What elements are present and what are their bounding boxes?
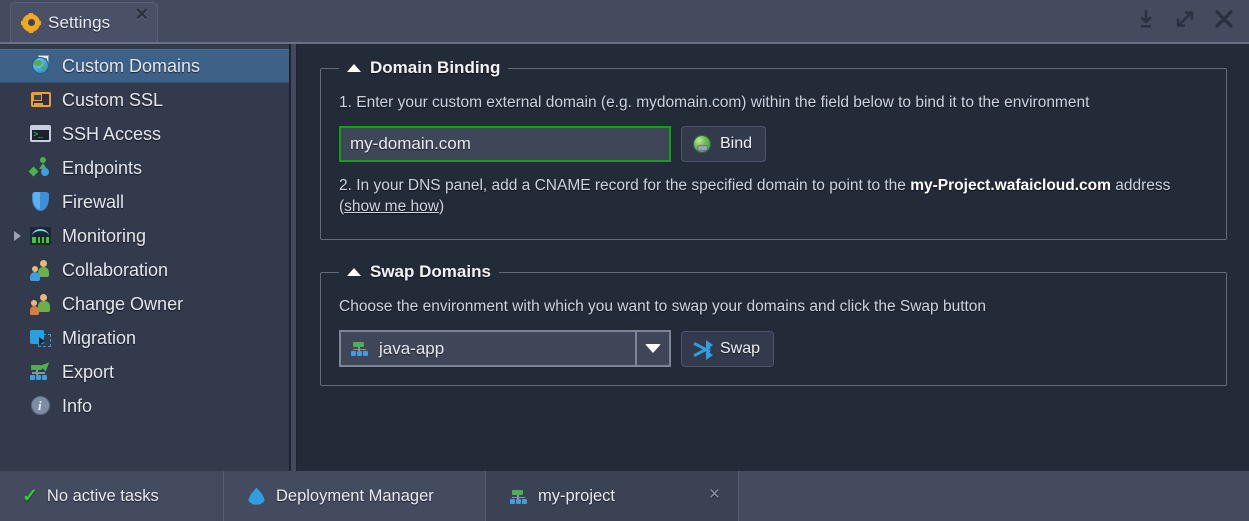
- sidebar-item-label: SSH Access: [62, 123, 162, 144]
- swap-arrows-icon: [692, 339, 713, 360]
- domain-binding-step1: 1. Enter your custom external domain (e.…: [339, 94, 1090, 111]
- cloud-icon: [246, 486, 267, 507]
- deployment-manager-label: Deployment Manager: [276, 486, 434, 505]
- step2-prefix: 2. In your DNS panel, add a CNAME record…: [339, 177, 911, 194]
- people-swap-icon: [30, 293, 52, 315]
- environment-select[interactable]: java-app: [339, 330, 671, 367]
- globe-bind-icon: [692, 134, 712, 154]
- sidebar-item-label: Endpoints: [62, 157, 143, 178]
- environment-select-value: java-app: [379, 338, 445, 358]
- sidebar-item-ssh-access[interactable]: >_ SSH Access: [0, 117, 289, 151]
- export-icon: [30, 359, 53, 383]
- swap-domains-legend: Swap Domains: [339, 262, 499, 282]
- people-icon: [30, 259, 52, 281]
- bind-button-label: Bind: [720, 135, 753, 152]
- sidebar-splitter[interactable]: [290, 44, 297, 471]
- statusbar-filler: [739, 471, 1249, 521]
- close-window-icon[interactable]: [1213, 8, 1235, 30]
- environment-nodes-icon: [350, 339, 370, 359]
- check-icon: ✓: [22, 485, 38, 507]
- status-tasks-label: No active tasks: [46, 486, 159, 505]
- sidebar-item-label: Firewall: [62, 191, 125, 212]
- globe-document-icon: [30, 55, 52, 77]
- sidebar-item-export[interactable]: Export: [0, 355, 289, 389]
- sidebar-item-label: Custom SSL: [62, 89, 164, 110]
- chevron-right-icon[interactable]: [14, 231, 21, 241]
- endpoints-icon: [28, 157, 52, 179]
- sidebar-item-label: Collaboration: [62, 259, 169, 280]
- swap-domains-row: java-app Swap: [339, 330, 1208, 367]
- project-taskbar-label: my-project: [538, 486, 616, 505]
- settings-frame: Custom Domains Custom SSL >_ SSH Access …: [0, 42, 1249, 471]
- window-titlebar: Settings ✕: [0, 0, 1249, 42]
- sidebar-item-firewall[interactable]: Firewall: [0, 185, 289, 219]
- environment-nodes-icon: [508, 486, 529, 507]
- settings-window: Settings ✕ Custom Domains Custom SSL >_ …: [0, 0, 1249, 521]
- domain-binding-row: Bind: [339, 126, 1208, 162]
- sidebar-item-label: Change Owner: [62, 293, 184, 314]
- info-icon: i: [30, 395, 52, 417]
- status-tasks: ✓ No active tasks: [0, 471, 224, 521]
- sidebar-item-label: Export: [62, 361, 115, 382]
- domain-binding-title: Domain Binding: [370, 58, 501, 77]
- sidebar-item-custom-domains[interactable]: Custom Domains: [0, 49, 289, 83]
- swap-domains-title: Swap Domains: [370, 262, 491, 281]
- swap-domains-description: Choose the environment with which you wa…: [339, 298, 987, 315]
- migration-icon: [30, 327, 52, 349]
- sidebar-item-label: Monitoring: [62, 225, 147, 246]
- sidebar-item-monitoring[interactable]: Monitoring: [0, 219, 289, 253]
- shield-icon: [30, 191, 52, 213]
- collapse-up-icon[interactable]: [347, 268, 361, 276]
- sidebar-item-info[interactable]: i Info: [0, 389, 289, 423]
- domain-binding-legend: Domain Binding: [339, 58, 508, 78]
- terminal-icon: >_: [30, 123, 52, 145]
- show-me-how-link[interactable]: show me how: [344, 198, 439, 215]
- sidebar-item-migration[interactable]: Migration: [0, 321, 289, 355]
- sidebar-item-collaboration[interactable]: Collaboration: [0, 253, 289, 287]
- gear-icon: [21, 12, 41, 33]
- certificate-card-icon: [30, 89, 52, 111]
- sidebar-item-label: Custom Domains: [62, 55, 201, 76]
- step2-cname-target: my-Project.wafaicloud.com: [910, 177, 1111, 194]
- sidebar-item-label: Migration: [62, 327, 137, 348]
- settings-tab-close-icon[interactable]: ✕: [135, 6, 149, 23]
- swap-button[interactable]: Swap: [681, 330, 775, 367]
- minimize-to-tray-icon[interactable]: [1135, 8, 1157, 30]
- chevron-down-icon: [645, 344, 661, 353]
- project-taskbar-tab[interactable]: my-project ×: [486, 471, 739, 521]
- domain-binding-step2: 2. In your DNS panel, add a CNAME record…: [339, 175, 1184, 217]
- settings-tab[interactable]: Settings ✕: [10, 2, 158, 42]
- sidebar-item-custom-ssl[interactable]: Custom SSL: [0, 83, 289, 117]
- maximize-icon[interactable]: [1174, 8, 1196, 30]
- domain-binding-panel: Domain Binding 1. Enter your custom exte…: [320, 58, 1227, 240]
- domain-input[interactable]: [339, 126, 671, 162]
- swap-button-label: Swap: [720, 339, 761, 357]
- collapse-up-icon[interactable]: [347, 64, 361, 72]
- swap-domains-panel: Swap Domains Choose the environment with…: [320, 262, 1227, 386]
- chart-icon: [30, 225, 52, 247]
- window-controls: [1135, 8, 1235, 30]
- settings-content: Domain Binding 1. Enter your custom exte…: [298, 44, 1249, 471]
- environment-select-dropdown-button[interactable]: [635, 332, 669, 365]
- sidebar-item-label: Info: [62, 395, 93, 416]
- sidebar-item-change-owner[interactable]: Change Owner: [0, 287, 289, 321]
- settings-tab-label: Settings: [48, 12, 111, 32]
- sidebar-item-endpoints[interactable]: Endpoints: [0, 151, 289, 185]
- deployment-manager-button[interactable]: Deployment Manager: [224, 471, 486, 521]
- settings-sidebar: Custom Domains Custom SSL >_ SSH Access …: [0, 44, 290, 471]
- statusbar: ✓ No active tasks Deployment Manager my-…: [0, 471, 1249, 521]
- project-taskbar-close-icon[interactable]: ×: [709, 485, 720, 504]
- bind-button[interactable]: Bind: [681, 126, 767, 162]
- step2-suffix: ): [438, 198, 445, 215]
